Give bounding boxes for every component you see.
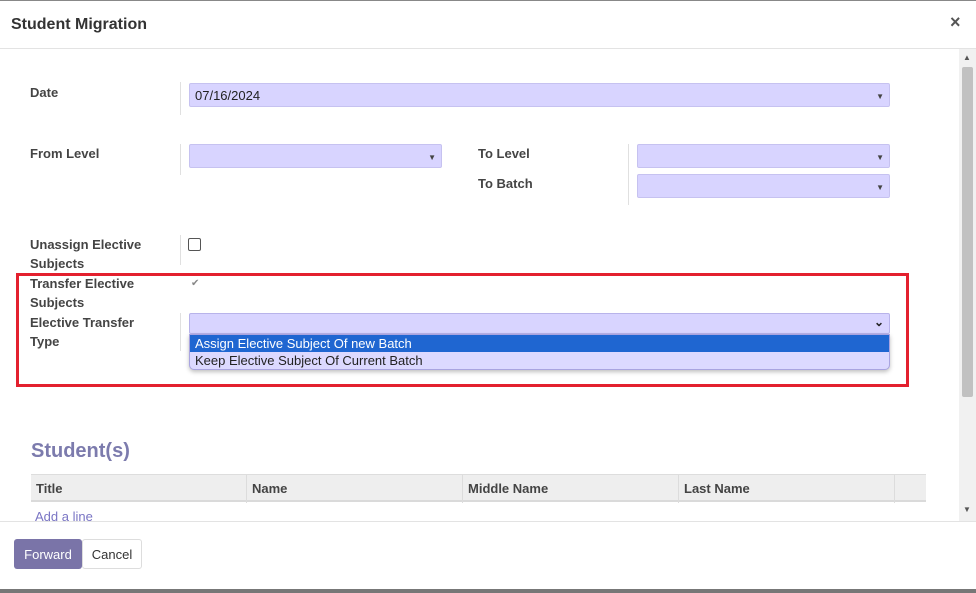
separator — [628, 144, 629, 205]
to-batch-select[interactable]: ▼ — [637, 174, 890, 198]
column-header-name[interactable]: Name — [247, 475, 463, 503]
cancel-button[interactable]: Cancel — [82, 539, 142, 569]
students-table-header: Title Name Middle Name Last Name — [31, 474, 926, 503]
to-level-select[interactable]: ▼ — [637, 144, 890, 168]
caret-down-icon: ▼ — [876, 153, 884, 162]
scrollbar-thumb[interactable] — [962, 67, 973, 397]
students-section-title: Student(s) — [31, 440, 130, 462]
separator — [180, 144, 181, 175]
date-label: Date — [30, 85, 59, 100]
caret-down-icon: ▼ — [428, 153, 436, 162]
window-bottom-border — [0, 589, 976, 593]
highlight-box — [16, 273, 909, 387]
column-header-title[interactable]: Title — [31, 475, 247, 503]
column-header-last-name[interactable]: Last Name — [679, 475, 895, 503]
caret-down-icon: ▼ — [876, 92, 884, 101]
scroll-down-icon[interactable]: ▼ — [963, 505, 971, 514]
forward-button[interactable]: Forward — [14, 539, 82, 569]
to-level-label: To Level — [478, 146, 530, 161]
close-icon[interactable]: × — [950, 12, 961, 33]
dialog-header: Student Migration × — [0, 1, 976, 49]
caret-down-icon: ▼ — [876, 183, 884, 192]
from-level-select[interactable]: ▼ — [189, 144, 442, 168]
separator — [180, 235, 181, 265]
date-field[interactable]: 07/16/2024 ▼ — [189, 83, 890, 107]
unassign-elective-checkbox[interactable] — [188, 238, 201, 251]
to-batch-label: To Batch — [478, 176, 533, 191]
unassign-elective-label: Unassign Elective Subjects — [30, 235, 141, 273]
from-level-label: From Level — [30, 146, 100, 161]
separator — [180, 82, 181, 115]
dialog-title: Student Migration — [11, 16, 147, 33]
date-value: 07/16/2024 — [195, 88, 261, 103]
dialog-footer: Forward Cancel — [0, 521, 976, 589]
scroll-up-icon[interactable]: ▲ — [963, 53, 971, 62]
column-header-middle-name[interactable]: Middle Name — [463, 475, 679, 503]
unassign-label-line2: Subjects — [30, 256, 85, 271]
scrollbar[interactable]: ▲ ▼ — [959, 49, 976, 521]
unassign-label-line1: Unassign Elective — [30, 237, 142, 252]
